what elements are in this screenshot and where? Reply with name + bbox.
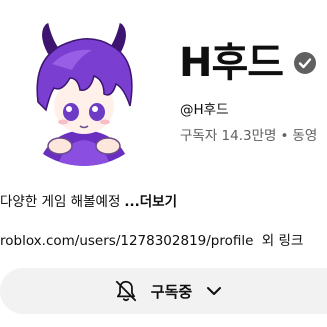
channel-stats: 구독자 14.3만명 • 동영 (180, 124, 317, 144)
channel-links[interactable]: roblox.com/users/1278302819/profile 외 링크 (0, 229, 303, 249)
channel-header: H후드 @H후드 구독자 14.3만명 • 동영 다양한 게임 해볼예정 ...더보기… (0, 0, 327, 327)
channel-link-url[interactable]: roblox.com/users/1278302819/profile (0, 233, 253, 249)
more-links-label[interactable]: 외 링크 (262, 233, 304, 249)
subscribed-button-content: 구독중 (113, 278, 224, 304)
verified-check-icon (293, 51, 317, 75)
stats-separator: • (280, 128, 289, 144)
subscribed-label: 구독중 (150, 282, 193, 301)
channel-name-row: H후드 (179, 36, 317, 90)
subscribed-button[interactable]: 구독중 (0, 268, 327, 314)
subscriber-count: 구독자 14.3만명 (180, 128, 277, 144)
bell-slash-icon (115, 280, 136, 302)
channel-handle: @H후드 (180, 102, 229, 118)
description-text: 다양한 게임 해볼예정 (0, 194, 121, 210)
video-count: 동영 (292, 128, 318, 144)
channel-avatar[interactable] (8, 14, 160, 166)
avatar-illustration (8, 14, 160, 166)
channel-description[interactable]: 다양한 게임 해볼예정 ...더보기 (0, 190, 177, 210)
description-more-link[interactable]: ...더보기 (124, 194, 177, 210)
chevron-down-icon (207, 287, 222, 295)
channel-name: H후드 (179, 40, 284, 86)
